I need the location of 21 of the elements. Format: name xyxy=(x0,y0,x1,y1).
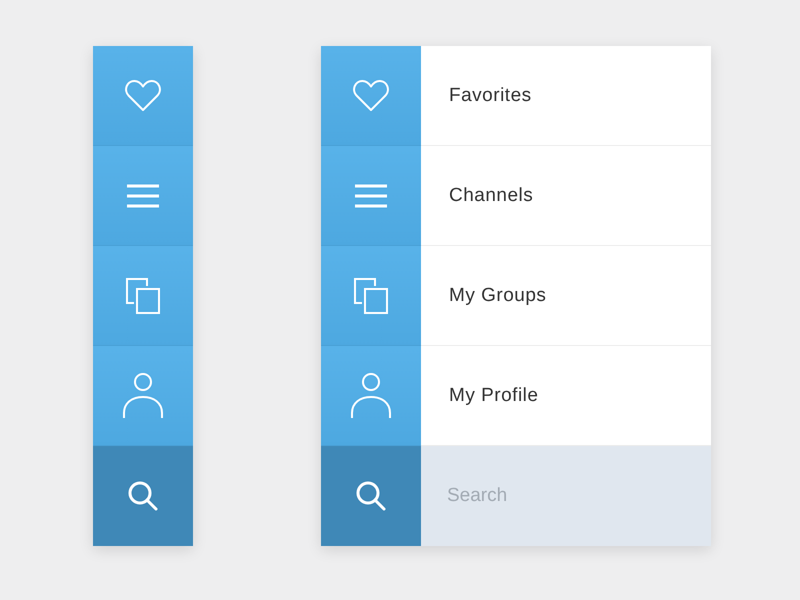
menu-item[interactable]: Favorites xyxy=(321,46,711,146)
menu-item[interactable]: My Groups xyxy=(321,246,711,346)
search-button[interactable] xyxy=(93,446,193,546)
heart-icon xyxy=(352,78,390,112)
menu-icon xyxy=(355,184,387,208)
search-icon xyxy=(128,481,158,511)
menu-button[interactable] xyxy=(93,346,193,446)
menu-button[interactable] xyxy=(93,246,193,346)
search-field[interactable]: Search xyxy=(421,446,711,546)
person-icon xyxy=(122,372,164,418)
menu-button[interactable] xyxy=(93,146,193,246)
search-icon xyxy=(356,481,386,511)
menu-icon xyxy=(127,184,159,208)
person-icon xyxy=(350,372,392,418)
heart-icon xyxy=(124,78,162,112)
copy-icon xyxy=(354,278,388,314)
menu-item[interactable]: Channels xyxy=(321,146,711,246)
search-button[interactable] xyxy=(321,446,421,546)
menu-button[interactable] xyxy=(93,46,193,146)
copy-icon xyxy=(126,278,160,314)
menu-item[interactable]: My Profile xyxy=(321,346,711,446)
